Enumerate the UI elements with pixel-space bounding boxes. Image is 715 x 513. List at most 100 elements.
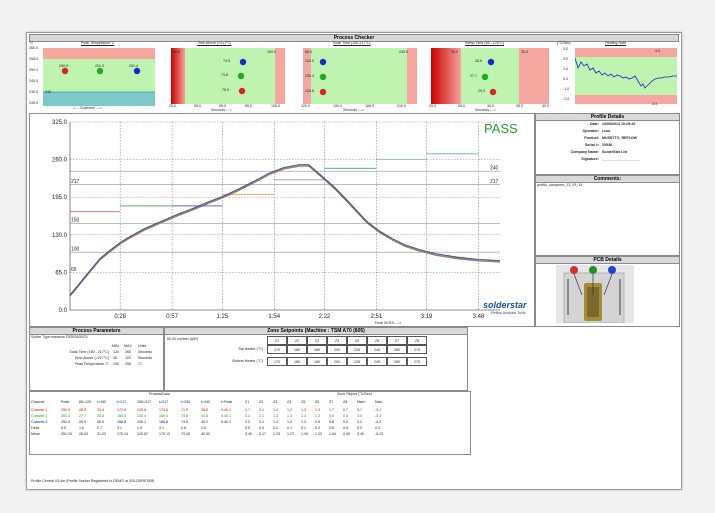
y-tick-label: 325.0 (52, 120, 68, 126)
time-above-panel: Time Above (>217°C) 30.0 100.0 74.5 73.8… (161, 41, 289, 112)
upper-limit: 4.5 (655, 49, 660, 53)
channel1-marker (319, 88, 327, 96)
soak-time-chart (303, 48, 417, 104)
param-min: 120 (113, 350, 119, 354)
profile-details-header: Profile Details (535, 113, 680, 121)
zone-setpoint-cell: 180 (287, 345, 307, 354)
xtick: 20.0 (429, 104, 436, 108)
process-data-header: Z2 (259, 400, 264, 404)
xtick: 45.0 (194, 104, 201, 108)
zone-setpoint-cell: 225 (347, 345, 367, 354)
value-label: 130.4 (305, 74, 314, 78)
process-data-cell: 28.5 (79, 408, 86, 412)
line-65-label: 65 (71, 267, 77, 273)
process-data-header: t>240 (201, 400, 211, 404)
channel2-profile (69, 164, 501, 296)
left-limit: 30.0 (173, 50, 180, 54)
process-data-cell: 0.5 (61, 426, 66, 430)
process-data-cell: 3.3 (245, 414, 250, 418)
param-label: Peak Temperature °C (74, 362, 109, 366)
pcb-details-header: PCB Details (535, 256, 680, 264)
zone-header: Z5 (347, 336, 367, 345)
process-data-cell: 1.23 (315, 432, 322, 436)
panel-unit: (°C/Sec) (557, 41, 571, 45)
process-data-cell: 1.3 (287, 414, 292, 418)
panel-title: Heating Rate (605, 41, 626, 45)
heating-rate-chart (575, 48, 677, 104)
profile-detail-label: Product: (584, 136, 599, 140)
panel-title: Ramp Time (65 - 125°C) (465, 41, 504, 45)
profile-detail-value: MUSETTO_REFLOW (602, 136, 638, 140)
process-parameters-header: Process Parameters (29, 327, 164, 335)
zone-setpoint-cell: 270 (407, 357, 427, 366)
process-data-cell: 172.6 (117, 408, 126, 412)
param-label: Soak Time (150 - 217°C) (69, 350, 109, 354)
channel3-marker (487, 58, 495, 66)
channel3-marker (133, 67, 141, 75)
xtick: 210.0 (397, 104, 406, 108)
process-data-cell: 0.8 (329, 420, 334, 424)
process-data-cell: 1.30 (301, 432, 308, 436)
channel2-marker (96, 67, 104, 75)
col-min: MIN (112, 344, 119, 348)
process-data-cell: 0.7 (343, 408, 348, 412)
process-data-cell: 2.7 (245, 408, 250, 412)
zone-setpoint-cell: 200 (327, 345, 347, 354)
process-data-header: Z5 (301, 400, 306, 404)
panel-title: Peak Temperature°C (81, 41, 115, 45)
param-min: 240 (113, 362, 119, 366)
process-data-cell: 0.93 (343, 432, 350, 436)
zone-setpoint-cell: 260 (387, 357, 407, 366)
solder-type: Solder Type:marasus F520SA30C5 (31, 335, 88, 339)
ytick: 2.0 (563, 57, 568, 61)
value-label: 27.7 (470, 74, 477, 78)
solderstar-logo: solderstar (483, 300, 527, 310)
zone-row-label: Bottom Heater (°C) (232, 359, 263, 363)
peak-temp-chart (43, 48, 155, 106)
process-data-cell: 73.8 (181, 414, 188, 418)
process-data-title: ProcessData (149, 392, 170, 396)
profile-detail-value: 13/09/2014 10:29:20 (602, 122, 636, 126)
process-data-cell: 74.5 (181, 420, 188, 424)
channel3-marker (239, 58, 247, 66)
value-label: 28.6 (475, 59, 482, 63)
profile-detail-label: Operator: (582, 129, 599, 133)
process-data-cell: 0.2 (357, 426, 362, 430)
process-data-header: Z7 (329, 400, 334, 404)
ytick: 0.0 (563, 77, 568, 81)
process-data-cell: 1.27 (287, 432, 294, 436)
process-data-cell: 40.2 (201, 420, 208, 424)
process-data-cell: 3.1 (117, 426, 122, 430)
process-data-cell: 1.2 (287, 420, 292, 424)
process-data-cell: 0.5 (245, 426, 250, 430)
process-data-cell: 170.13 (159, 432, 170, 436)
ytick: 235.0 (29, 101, 38, 105)
process-data-cell: 3.40 (357, 432, 364, 436)
line-150-label: 150 (71, 218, 80, 224)
process-data-cell: 33.4 (97, 408, 104, 412)
x-tick-label: 2:22 (319, 314, 331, 320)
process-data-cell: 30.9 (97, 420, 104, 424)
line-217-label: 217 (490, 179, 499, 185)
ramp-time-chart (431, 48, 549, 104)
process-data-cell: 0:40.1 (221, 420, 231, 424)
channel1-profile (69, 165, 501, 297)
line-217-label: 217 (71, 179, 80, 185)
x-tick-label: 0:57 (166, 314, 178, 320)
value-label: 251.4 (129, 64, 138, 68)
zone-header: Z6 (367, 336, 387, 345)
peak-temp-panel: °C Peak Temperature°C 260.0 255.0 250.0 … (29, 41, 157, 112)
process-data-cell: 0.1 (273, 426, 278, 430)
channel3-profile (69, 164, 501, 295)
process-data-cell: 0.1 (287, 426, 292, 430)
process-data-header: Z6 (315, 400, 320, 404)
zone-setpoint-cell: 225 (347, 357, 367, 366)
process-data-cell: 2.7 (97, 426, 102, 430)
zone-setpoints-header: Zone Setpoints (Machine : TSM A70 (805) (164, 327, 468, 335)
zone-header: Z1 (267, 336, 287, 345)
value-label: 73.8 (221, 73, 228, 77)
process-data-cell: 2.17 (259, 432, 266, 436)
process-data-cell: Channel 3 (31, 420, 48, 424)
process-data-header: 65<120 (79, 400, 92, 404)
profile-detail-label: Serial #: (585, 143, 599, 147)
